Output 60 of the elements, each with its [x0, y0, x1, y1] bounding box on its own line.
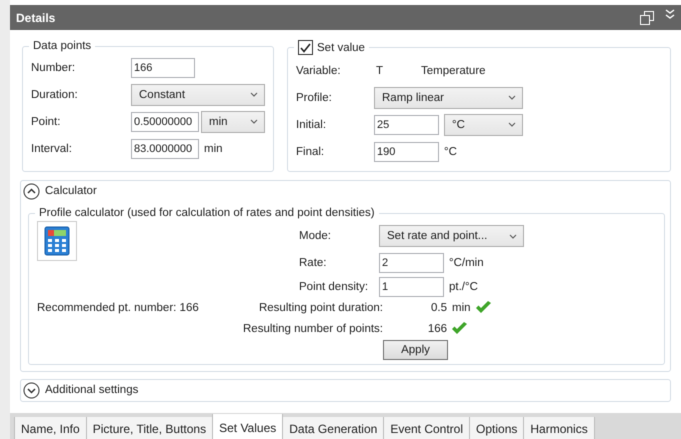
unit-dropdown[interactable]: °C: [444, 114, 523, 136]
tab[interactable]: Picture, Title, Buttons: [86, 417, 214, 439]
restore-icon[interactable]: [639, 10, 655, 26]
input-field[interactable]: 2: [379, 253, 444, 273]
unit-label: pt./°C: [449, 281, 478, 293]
field-label: Duration:: [31, 88, 79, 100]
recommended-text: Recommended pt. number: 166: [37, 302, 199, 314]
caret-icon: [509, 234, 517, 238]
caret-icon: [250, 92, 258, 97]
tab[interactable]: Event Control: [383, 417, 470, 439]
tab[interactable]: Set Values: [212, 414, 284, 439]
collapse-icon[interactable]: [23, 182, 40, 200]
field-label: Interval:: [31, 142, 73, 154]
field-label: Profile:: [296, 92, 333, 104]
field-label: Point density:: [299, 281, 370, 293]
unit-label: °C/min: [449, 257, 484, 269]
caret-icon: [250, 119, 258, 124]
field-label: Variable:: [296, 64, 342, 76]
result-label: Resulting number of points:: [242, 322, 383, 334]
caret-icon: [508, 95, 516, 100]
variable-symbol: T: [375, 64, 384, 76]
result-label: Resulting point duration:: [258, 302, 383, 314]
input-field[interactable]: 83.0000000: [131, 138, 199, 158]
caret-icon: [508, 122, 516, 127]
input-field[interactable]: 166: [131, 58, 195, 78]
field-label: Point:: [31, 116, 62, 128]
field-label: Number:: [31, 62, 76, 74]
result-value: 166: [426, 322, 447, 334]
unit-label: min: [204, 142, 223, 154]
dropdown[interactable]: Constant: [131, 84, 265, 106]
apply-button[interactable]: Apply: [383, 340, 448, 360]
input-field[interactable]: 0.50000000: [131, 112, 199, 132]
group-title: Set value: [317, 42, 365, 54]
dropdown[interactable]: Set rate and point...: [379, 225, 524, 247]
field-label: Rate:: [299, 257, 328, 269]
dropdown[interactable]: Ramp linear: [374, 86, 523, 108]
expander-title[interactable]: Calculator: [45, 185, 97, 197]
field-label: Initial:: [296, 118, 328, 130]
unit-dropdown[interactable]: min: [201, 110, 265, 132]
variable-name: Temperature: [421, 64, 486, 76]
expand-icon[interactable]: [23, 382, 40, 398]
tab[interactable]: Harmonics: [523, 417, 595, 439]
double-chevron-icon[interactable]: [665, 8, 675, 20]
tab[interactable]: Data Generation: [282, 417, 384, 439]
field-label: Final:: [296, 146, 326, 158]
field-label: Mode:: [299, 230, 332, 242]
tab[interactable]: Name, Info: [14, 417, 87, 439]
calculator-icon[interactable]: [37, 221, 77, 261]
input-field[interactable]: 25: [374, 114, 439, 134]
checkbox[interactable]: [298, 40, 313, 55]
group-title: Profile calculator (used for calculation of rates and point densities): [39, 207, 375, 219]
panel-title: Details: [16, 10, 56, 24]
expander-title[interactable]: Additional settings: [45, 384, 138, 396]
result-value: 0.5: [430, 302, 447, 314]
unit-label: min: [452, 302, 471, 314]
tab[interactable]: Options: [469, 417, 524, 439]
input-field[interactable]: 1: [379, 277, 444, 297]
group-title: Data points: [33, 40, 92, 52]
input-field[interactable]: 190: [374, 142, 439, 162]
unit-label: °C: [444, 146, 457, 158]
